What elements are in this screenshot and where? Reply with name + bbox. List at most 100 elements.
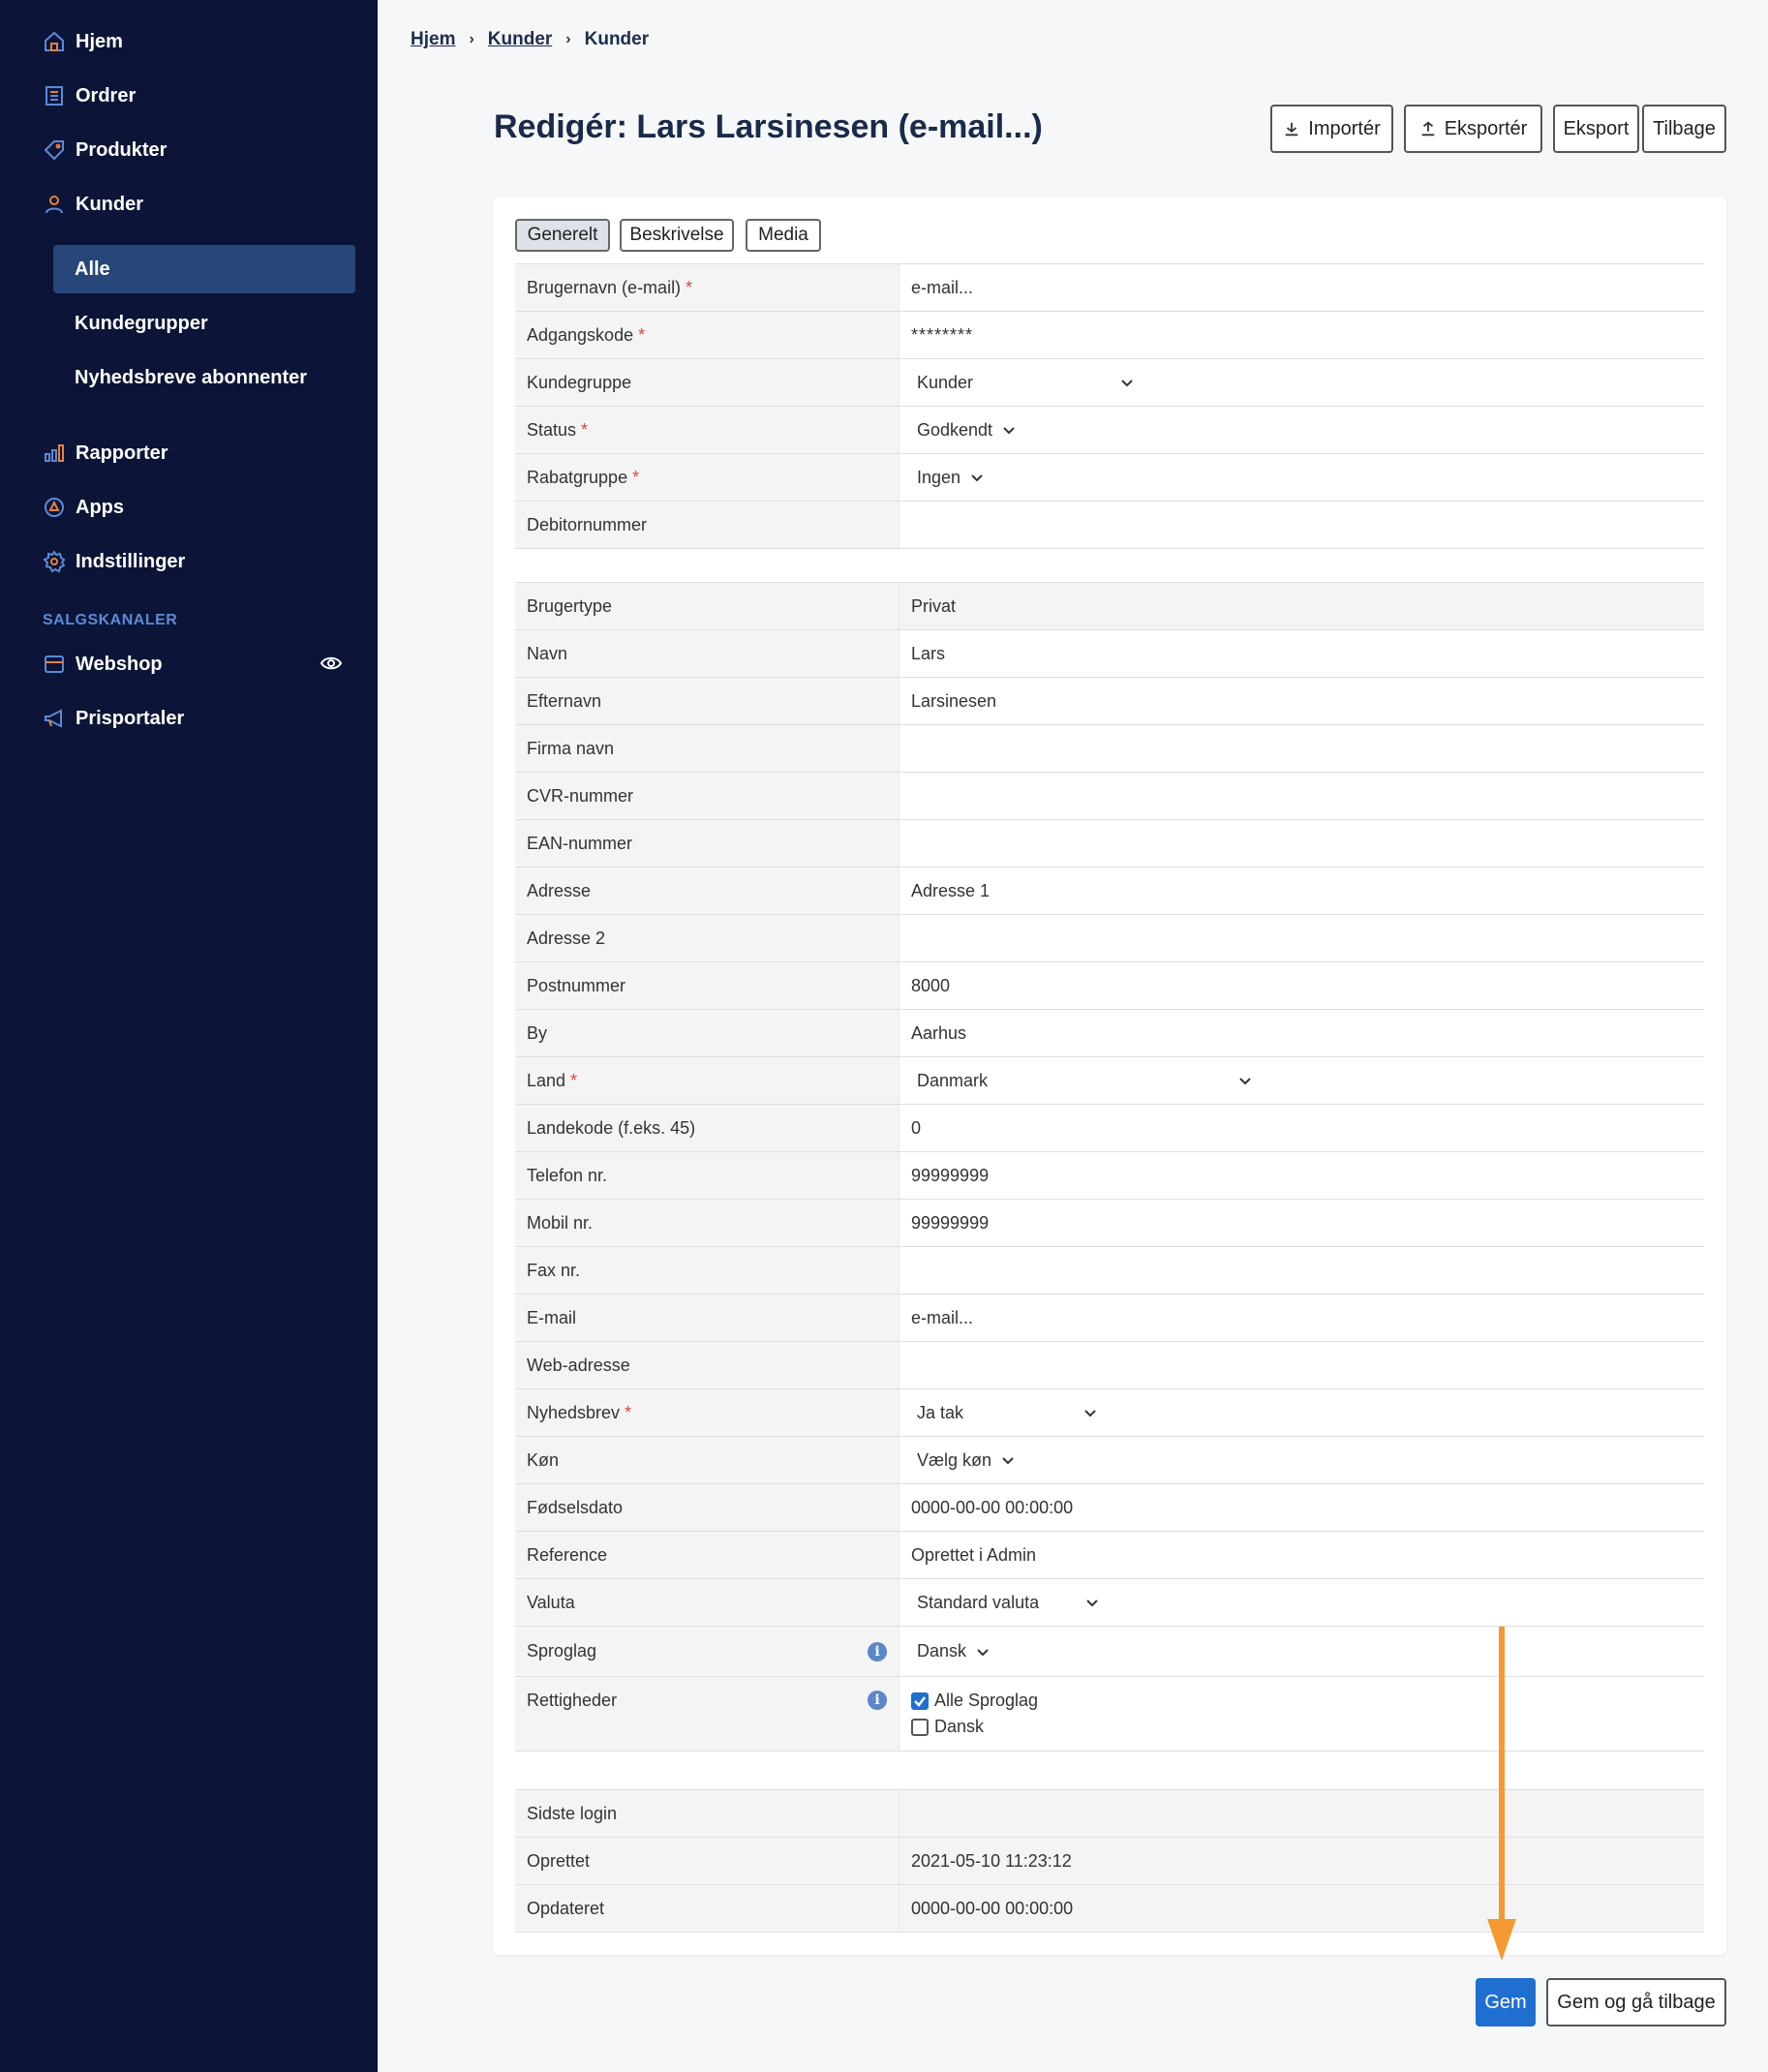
save-button[interactable]: Gem: [1476, 1978, 1536, 2026]
field-label: Køn: [527, 1449, 560, 1470]
field-label: Brugernavn (e-mail): [527, 277, 682, 297]
gender-select[interactable]: Vælg køn: [911, 1450, 1015, 1471]
form-row-ean: EAN-nummer: [515, 820, 1704, 868]
export-button[interactable]: Eksportér: [1404, 105, 1542, 153]
form-row-website: Web-adresse: [515, 1342, 1704, 1389]
birthdate-input[interactable]: 0000-00-00 00:00:00: [899, 1484, 1704, 1531]
info-icon[interactable]: i: [868, 1691, 887, 1710]
eye-icon[interactable]: [320, 652, 343, 675]
form-row-username: Brugernavn (e-mail) * e-mail...: [515, 264, 1704, 312]
sidebar-item-hjem[interactable]: Hjem: [43, 22, 123, 61]
sidebar-subitem-kundegrupper[interactable]: Kundegrupper: [53, 299, 355, 348]
export2-button-label: Eksport: [1563, 117, 1630, 139]
customer-group-select[interactable]: Kunder: [911, 373, 1134, 393]
address2-input[interactable]: [899, 915, 1704, 961]
sidebar-item-rapporter[interactable]: Rapporter: [43, 434, 168, 472]
sidebar-item-label: Kunder: [76, 193, 143, 215]
apps-icon: [43, 496, 66, 519]
save-and-back-button[interactable]: Gem og gå tilbage: [1546, 1978, 1726, 2026]
ean-input[interactable]: [899, 820, 1704, 867]
sidebar-item-ordrer[interactable]: Ordrer: [43, 76, 136, 115]
checkbox-unchecked[interactable]: [911, 1718, 929, 1736]
field-label: Kundegruppe: [527, 372, 632, 392]
field-label: Debitornummer: [527, 514, 648, 534]
field-label: Postnummer: [527, 975, 626, 995]
sidebar-item-apps[interactable]: Apps: [43, 488, 124, 527]
select-value: Godkendt: [917, 419, 993, 440]
country-select[interactable]: Danmark: [911, 1071, 1252, 1091]
store-icon: [43, 653, 66, 676]
breadcrumb-link-kunder[interactable]: Kunder: [488, 29, 553, 50]
address-input[interactable]: Adresse 1: [899, 868, 1704, 914]
phone-input[interactable]: 99999999: [899, 1152, 1704, 1199]
currency-select[interactable]: Standard valuta: [911, 1593, 1099, 1613]
account-section: Brugernavn (e-mail) * e-mail... Adgangsko…: [515, 263, 1704, 549]
city-input[interactable]: Aarhus: [899, 1010, 1704, 1056]
tab-generelt[interactable]: Generelt: [515, 219, 610, 252]
field-label: Navn: [527, 643, 568, 663]
tab-beskrivelse[interactable]: Beskrivelse: [620, 219, 734, 252]
permission-checkbox-dansk[interactable]: Dansk: [911, 1714, 984, 1740]
meta-section: Sidste login Oprettet 2021-05-10 11:23:1…: [515, 1789, 1704, 1933]
required-marker: *: [581, 419, 589, 440]
field-label: Fax nr.: [527, 1260, 581, 1280]
discount-group-select[interactable]: Ingen: [911, 468, 984, 488]
sidebar: Hjem Ordrer Produkter Kunder Alle Kundeg…: [0, 0, 378, 2072]
first-name-input[interactable]: Lars: [899, 630, 1704, 677]
sidebar-item-kunder[interactable]: Kunder: [43, 185, 143, 224]
cvr-input[interactable]: [899, 773, 1704, 819]
password-input[interactable]: ********: [899, 312, 1704, 358]
form-row-updated: Opdateret 0000-00-00 00:00:00: [515, 1885, 1704, 1933]
sidebar-item-label: Produkter: [76, 138, 168, 161]
sidebar-subitem-alle[interactable]: Alle: [53, 245, 355, 293]
megaphone-icon: [43, 707, 66, 730]
breadcrumb-link-hjem[interactable]: Hjem: [411, 29, 455, 50]
info-icon[interactable]: i: [868, 1641, 887, 1661]
sidebar-item-produkter[interactable]: Produkter: [43, 131, 167, 169]
last-name-input[interactable]: Larsinesen: [899, 678, 1704, 724]
chevron-down-icon: [1002, 1457, 1014, 1465]
last-login-value: [899, 1790, 1704, 1837]
reference-input[interactable]: Oprettet i Admin: [899, 1532, 1704, 1578]
tab-media[interactable]: Media: [746, 219, 821, 252]
debtor-number-input[interactable]: [899, 502, 1704, 548]
field-label: Firma navn: [527, 738, 615, 758]
import-button[interactable]: Importér: [1270, 105, 1393, 153]
chevron-down-icon: [1239, 1078, 1251, 1085]
form-row-phone: Telefon nr. 99999999: [515, 1152, 1704, 1200]
permission-checkbox-all[interactable]: Alle Sproglag: [911, 1688, 1038, 1714]
required-marker: *: [570, 1070, 578, 1090]
country-code-input[interactable]: 0: [899, 1105, 1704, 1151]
website-input[interactable]: [899, 1342, 1704, 1388]
sidebar-item-webshop[interactable]: Webshop: [43, 645, 163, 684]
mobile-input[interactable]: 99999999: [899, 1200, 1704, 1246]
company-input[interactable]: [899, 725, 1704, 772]
fax-input[interactable]: [899, 1247, 1704, 1294]
status-select[interactable]: Godkendt: [911, 420, 1016, 441]
tag-icon: [43, 138, 66, 162]
sidebar-item-indstillinger[interactable]: Indstillinger: [43, 542, 185, 581]
field-label: Rettigheder: [527, 1691, 618, 1710]
checkmark-icon: [914, 1695, 926, 1707]
chevron-down-icon: [971, 474, 983, 482]
select-value: Ingen: [917, 467, 961, 487]
field-label: Opdateret: [527, 1898, 605, 1918]
sidebar-item-label: Indstillinger: [76, 550, 186, 572]
breadcrumb-current: Kunder: [584, 29, 650, 49]
language-layer-select[interactable]: Dansk: [911, 1641, 990, 1661]
chevron-down-icon: [1086, 1600, 1098, 1607]
username-input[interactable]: e-mail...: [899, 264, 1704, 311]
email-input[interactable]: e-mail...: [899, 1295, 1704, 1341]
annotation-arrow-icon: [1487, 1627, 1516, 1961]
export2-button[interactable]: Eksport: [1553, 105, 1639, 153]
form-row-last-login: Sidste login: [515, 1790, 1704, 1838]
back-button[interactable]: Tilbage: [1642, 105, 1726, 153]
form-row-language-layer: Sproglag i Dansk: [515, 1627, 1704, 1677]
checkbox-checked[interactable]: [911, 1691, 929, 1710]
sidebar-item-prisportaler[interactable]: Prisportaler: [43, 699, 184, 738]
sidebar-subitem-nyhedsbreve[interactable]: Nyhedsbreve abonnenter: [53, 353, 355, 402]
postal-code-input[interactable]: 8000: [899, 962, 1704, 1009]
download-icon: [1285, 122, 1298, 137]
sidebar-section-label: SALGSKANALER: [43, 612, 178, 628]
newsletter-select[interactable]: Ja tak: [911, 1403, 1097, 1423]
